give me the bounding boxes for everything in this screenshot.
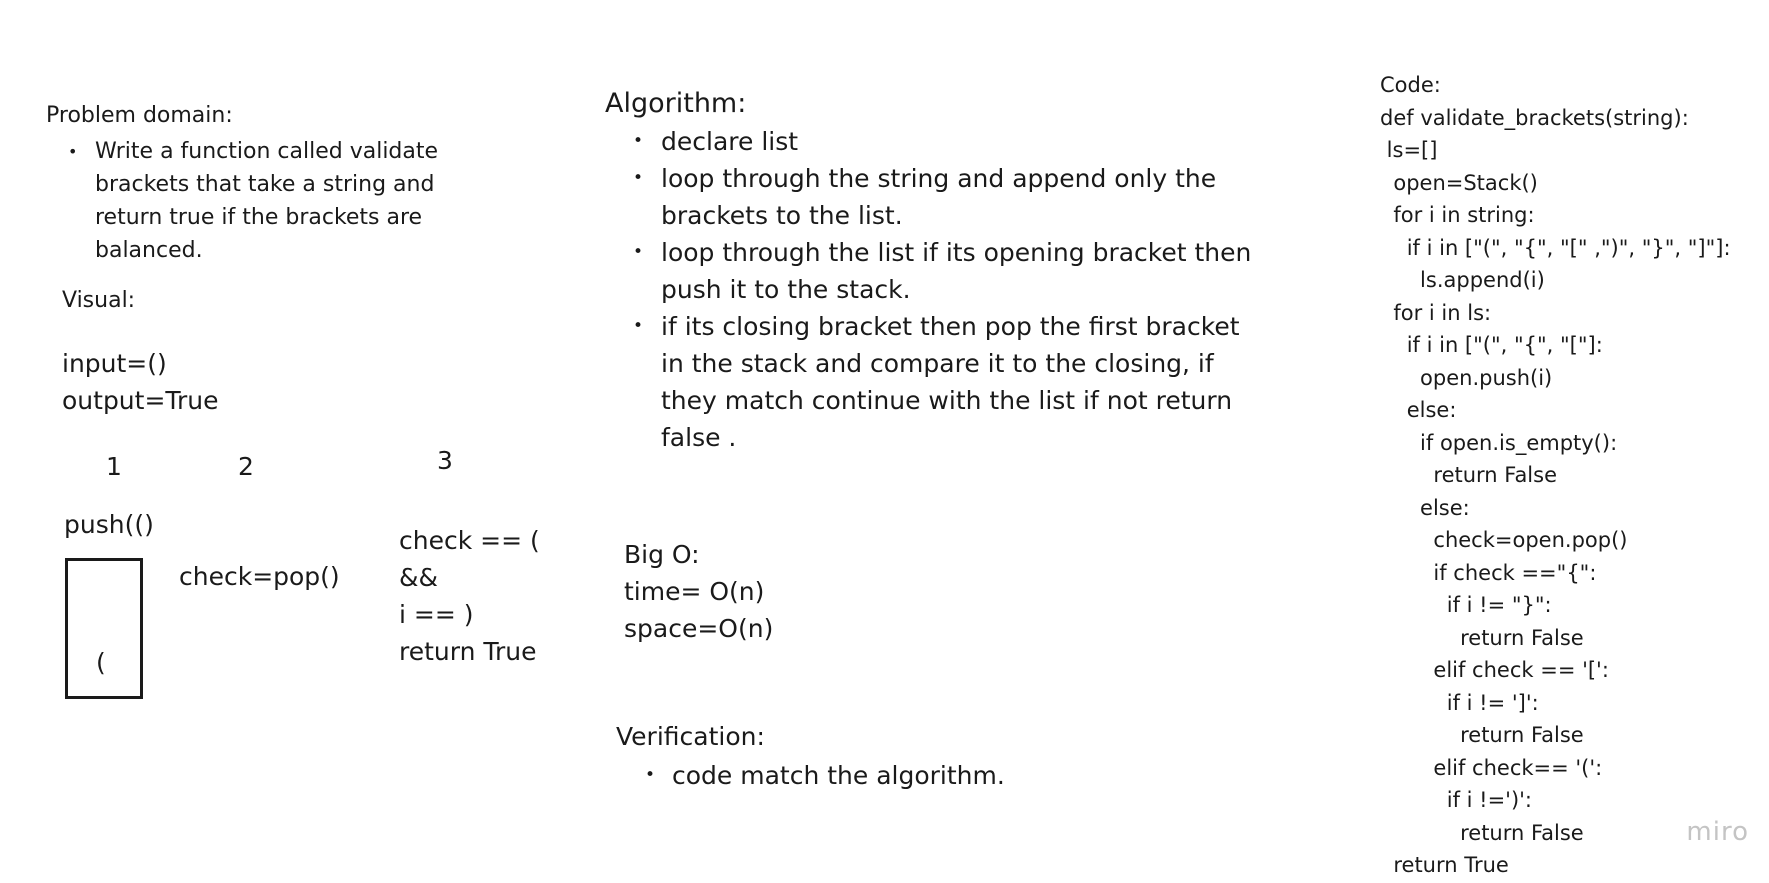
code-line: return True [1380, 853, 1509, 877]
big-o-block: Big O: time= O(n) space=O(n) [624, 536, 773, 647]
code-line: if check =="{": [1380, 560, 1597, 585]
code-line: open.push(i) [1380, 365, 1553, 390]
algorithm-heading: Algorithm: [605, 88, 747, 119]
code-line: for i in string: [1380, 203, 1535, 227]
visual-heading: Visual: [62, 288, 136, 313]
code-line: elif check == '[': [1380, 658, 1609, 682]
code-line: ls=[] [1380, 138, 1438, 162]
code-line: for i in ls: [1380, 300, 1492, 325]
code-heading: Code: [1380, 73, 1441, 97]
stack-item: ( [96, 648, 106, 677]
code-line: check=open.pop() [1380, 528, 1628, 552]
verification-bullet: code match the algorithm. [616, 757, 1005, 794]
problem-domain-bullet: Write a function called validate bracket… [46, 135, 446, 267]
code-line: if open.is_empty(): [1380, 430, 1618, 455]
step3-line: check == ( [399, 526, 540, 555]
step-number-3: 3 [437, 446, 453, 475]
algorithm-bullet: loop through the string and append only … [605, 160, 1265, 234]
code-line: elif check== '(': [1380, 755, 1603, 780]
step1-push-operation: push(() [64, 510, 154, 539]
step3-line: && [399, 563, 438, 592]
code-line: if i in ["(", "{", "["]: [1380, 333, 1603, 357]
code-line: if i != ']': [1380, 690, 1539, 715]
code-line: ls.append(i) [1380, 268, 1545, 292]
step3-line: return True [399, 637, 537, 666]
stack-box [65, 558, 143, 699]
code-block: Code: def validate_brackets(string): ls=… [1380, 69, 1755, 882]
code-line: return False [1380, 463, 1558, 487]
algorithm-bullet: declare list [605, 123, 1265, 160]
step-number-2: 2 [238, 452, 254, 481]
big-o-heading: Big O: [624, 540, 700, 569]
code-line: if i != "}": [1380, 593, 1552, 617]
problem-domain-heading: Problem domain: [46, 103, 233, 128]
algorithm-list: declare list loop through the string and… [605, 123, 1265, 456]
miro-watermark-logo: miro [1686, 817, 1749, 847]
verification-list: code match the algorithm. [616, 757, 1005, 794]
step-number-1: 1 [106, 452, 122, 481]
big-o-time: time= O(n) [624, 577, 765, 606]
code-line: else: [1380, 398, 1457, 422]
algorithm-bullet: if its closing bracket then pop the firs… [605, 308, 1265, 456]
step2-pop-operation: check=pop() [179, 562, 340, 591]
verification-heading: Verification: [616, 722, 765, 751]
code-line: open=Stack() [1380, 170, 1538, 195]
code-line: def validate_brackets(string): [1380, 105, 1689, 130]
code-line: return False [1380, 723, 1584, 747]
code-line: return False [1380, 625, 1584, 650]
visual-output-text: output=True [62, 386, 219, 415]
step3-line: i == ) [399, 600, 474, 629]
code-line: if i in ["(", "{", "[" ,")", "}", "]"]: [1380, 235, 1731, 260]
big-o-space: space=O(n) [624, 614, 774, 643]
algorithm-bullet: loop through the list if its opening bra… [605, 234, 1265, 308]
problem-domain-list: Write a function called validate bracket… [46, 135, 446, 267]
step3-compare-block: check == ( && i == ) return True [399, 522, 540, 670]
code-line: else: [1380, 495, 1470, 520]
code-line: if i !=')': [1380, 788, 1532, 812]
visual-input-text: input=() [62, 349, 167, 378]
